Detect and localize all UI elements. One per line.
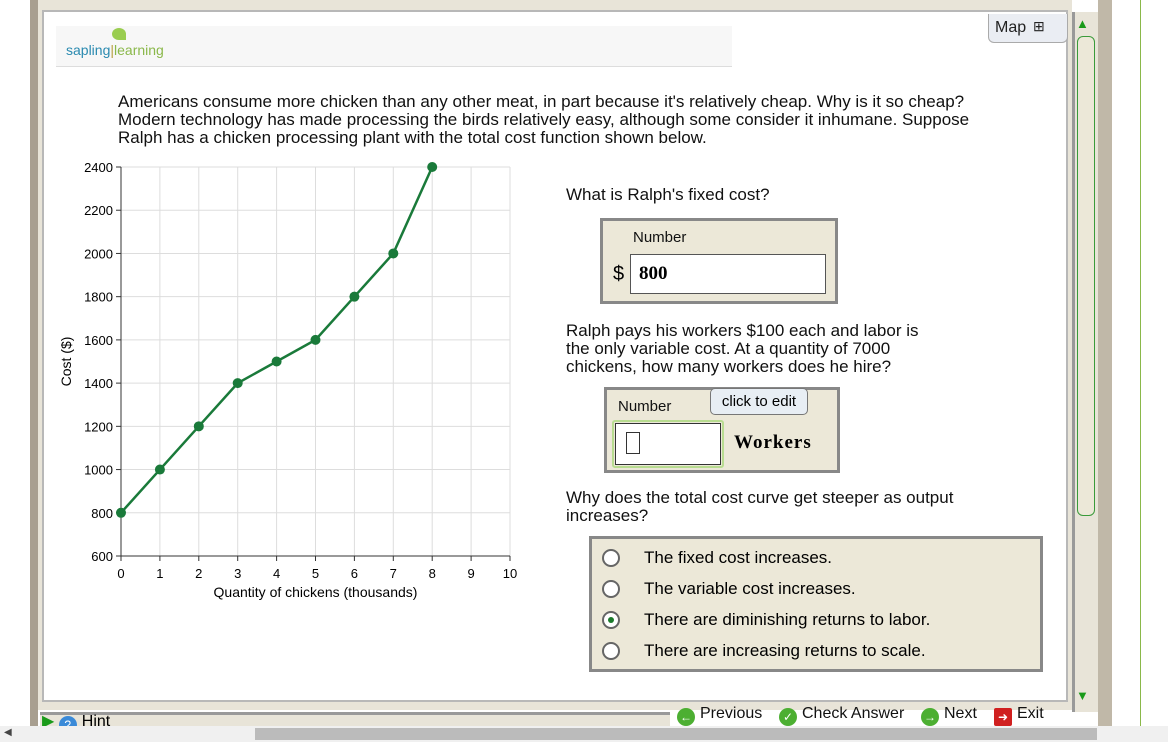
x-tick-label: 1: [156, 566, 163, 581]
data-point: [154, 464, 165, 475]
check-answer-button[interactable]: ✓ Check Answer: [779, 705, 904, 726]
q3-options-box: The fixed cost increases. The variable co…: [589, 536, 1043, 672]
q2-number-label: Number: [618, 398, 672, 415]
scroll-left-arrow-icon[interactable]: ◀: [4, 727, 12, 738]
previous-label: Previous: [700, 705, 763, 722]
x-tick-label: 0: [117, 566, 124, 581]
option-label: There are diminishing returns to labor.: [644, 610, 931, 629]
data-point: [193, 421, 204, 432]
y-tick-label: 1000: [84, 463, 113, 478]
y-tick-label: 1800: [84, 290, 113, 305]
answer-option[interactable]: The variable cost increases.: [592, 570, 1040, 601]
q1-answer-box: Number $ 800: [600, 218, 838, 304]
exit-button[interactable]: ➜ Exit: [994, 705, 1044, 726]
q1-number-label: Number: [633, 229, 687, 246]
y-tick-label: 2400: [84, 160, 113, 175]
q1-currency: $: [613, 263, 625, 285]
workers-unit: Workers: [734, 432, 812, 453]
radio-button[interactable]: [602, 642, 620, 660]
arrow-left-icon: ←: [677, 708, 695, 726]
map-button[interactable]: Map ⊞: [988, 14, 1068, 43]
workers-input[interactable]: [615, 423, 721, 465]
y-tick-label: 2200: [84, 203, 113, 218]
option-label: There are increasing returns to scale.: [644, 641, 926, 660]
question-intro: Americans consume more chicken than any …: [118, 92, 970, 147]
option-label: The variable cost increases.: [644, 579, 856, 598]
answer-option[interactable]: There are diminishing returns to labor.: [592, 601, 1040, 632]
exit-door-icon: ➜: [994, 708, 1012, 726]
data-point: [349, 291, 360, 302]
x-tick-label: 9: [467, 566, 474, 581]
data-point: [427, 162, 438, 172]
y-tick-label: 1600: [84, 333, 113, 348]
previous-button[interactable]: ← Previous: [677, 705, 762, 726]
next-button[interactable]: → Next: [921, 705, 977, 726]
radio-button[interactable]: [602, 549, 620, 567]
sapling-logo: sapling|learning: [66, 42, 164, 58]
answer-option[interactable]: The fixed cost increases.: [592, 539, 1040, 570]
q1-text: What is Ralph's fixed cost?: [566, 185, 770, 204]
data-point: [388, 248, 399, 259]
x-tick-label: 6: [351, 566, 358, 581]
cost-chart: 0 1 2 3 4 5 6 7 8 9 10 600 800 1000 1200 1400 1600 1800 20…: [58, 160, 517, 600]
x-tick-label: 7: [390, 566, 397, 581]
x-tick-label: 3: [234, 566, 241, 581]
scroll-up-arrow-icon[interactable]: ▲: [1076, 16, 1089, 31]
sitemap-icon: ⊞: [1033, 18, 1045, 34]
y-tick-label: 1400: [84, 376, 113, 391]
next-label: Next: [944, 705, 977, 722]
logo-text-1: sapling: [66, 42, 111, 58]
logo-text-2: learning: [114, 42, 164, 58]
x-tick-label: 2: [195, 566, 202, 581]
window-frame-right: [1098, 0, 1112, 726]
data-point: [310, 334, 321, 345]
map-label: Map: [995, 19, 1027, 36]
arrow-right-icon: →: [921, 708, 939, 726]
y-tick-label: 600: [91, 549, 113, 564]
text-cursor: [626, 432, 640, 454]
divider: [1140, 0, 1141, 726]
q3-text: Why does the total cost curve get steepe…: [566, 488, 954, 525]
y-tick-label: 2000: [84, 246, 113, 261]
option-label: The fixed cost increases.: [644, 548, 833, 567]
answer-option[interactable]: There are increasing returns to scale.: [592, 632, 1040, 663]
x-tick-label: 5: [312, 566, 319, 581]
check-answer-label: Check Answer: [802, 705, 905, 722]
radio-button[interactable]: [602, 611, 620, 629]
y-tick-label: 1200: [84, 419, 113, 434]
click-to-edit-tooltip: click to edit: [710, 388, 808, 415]
y-tick-label: 800: [91, 506, 113, 521]
window-frame: [30, 0, 38, 726]
q2-text: Ralph pays his workers $100 each and lab…: [566, 321, 919, 376]
data-point: [116, 507, 126, 518]
sapling-leaf-icon: [112, 28, 126, 40]
y-axis-label: Cost ($): [58, 337, 74, 387]
data-point: [232, 378, 243, 389]
x-tick-label: 10: [503, 566, 517, 581]
x-tick-label: 4: [273, 566, 280, 581]
x-axis-label: Quantity of chickens (thousands): [214, 584, 418, 600]
horizontal-scroll-thumb[interactable]: [255, 728, 1097, 740]
data-point: [271, 356, 282, 367]
fixed-cost-input[interactable]: 800: [630, 254, 826, 294]
radio-button[interactable]: [602, 580, 620, 598]
scroll-down-arrow-icon[interactable]: ▼: [1076, 688, 1089, 703]
exit-label: Exit: [1017, 705, 1044, 722]
check-icon: ✓: [779, 708, 797, 726]
x-tick-label: 8: [429, 566, 436, 581]
vertical-scroll-thumb[interactable]: [1077, 36, 1095, 516]
